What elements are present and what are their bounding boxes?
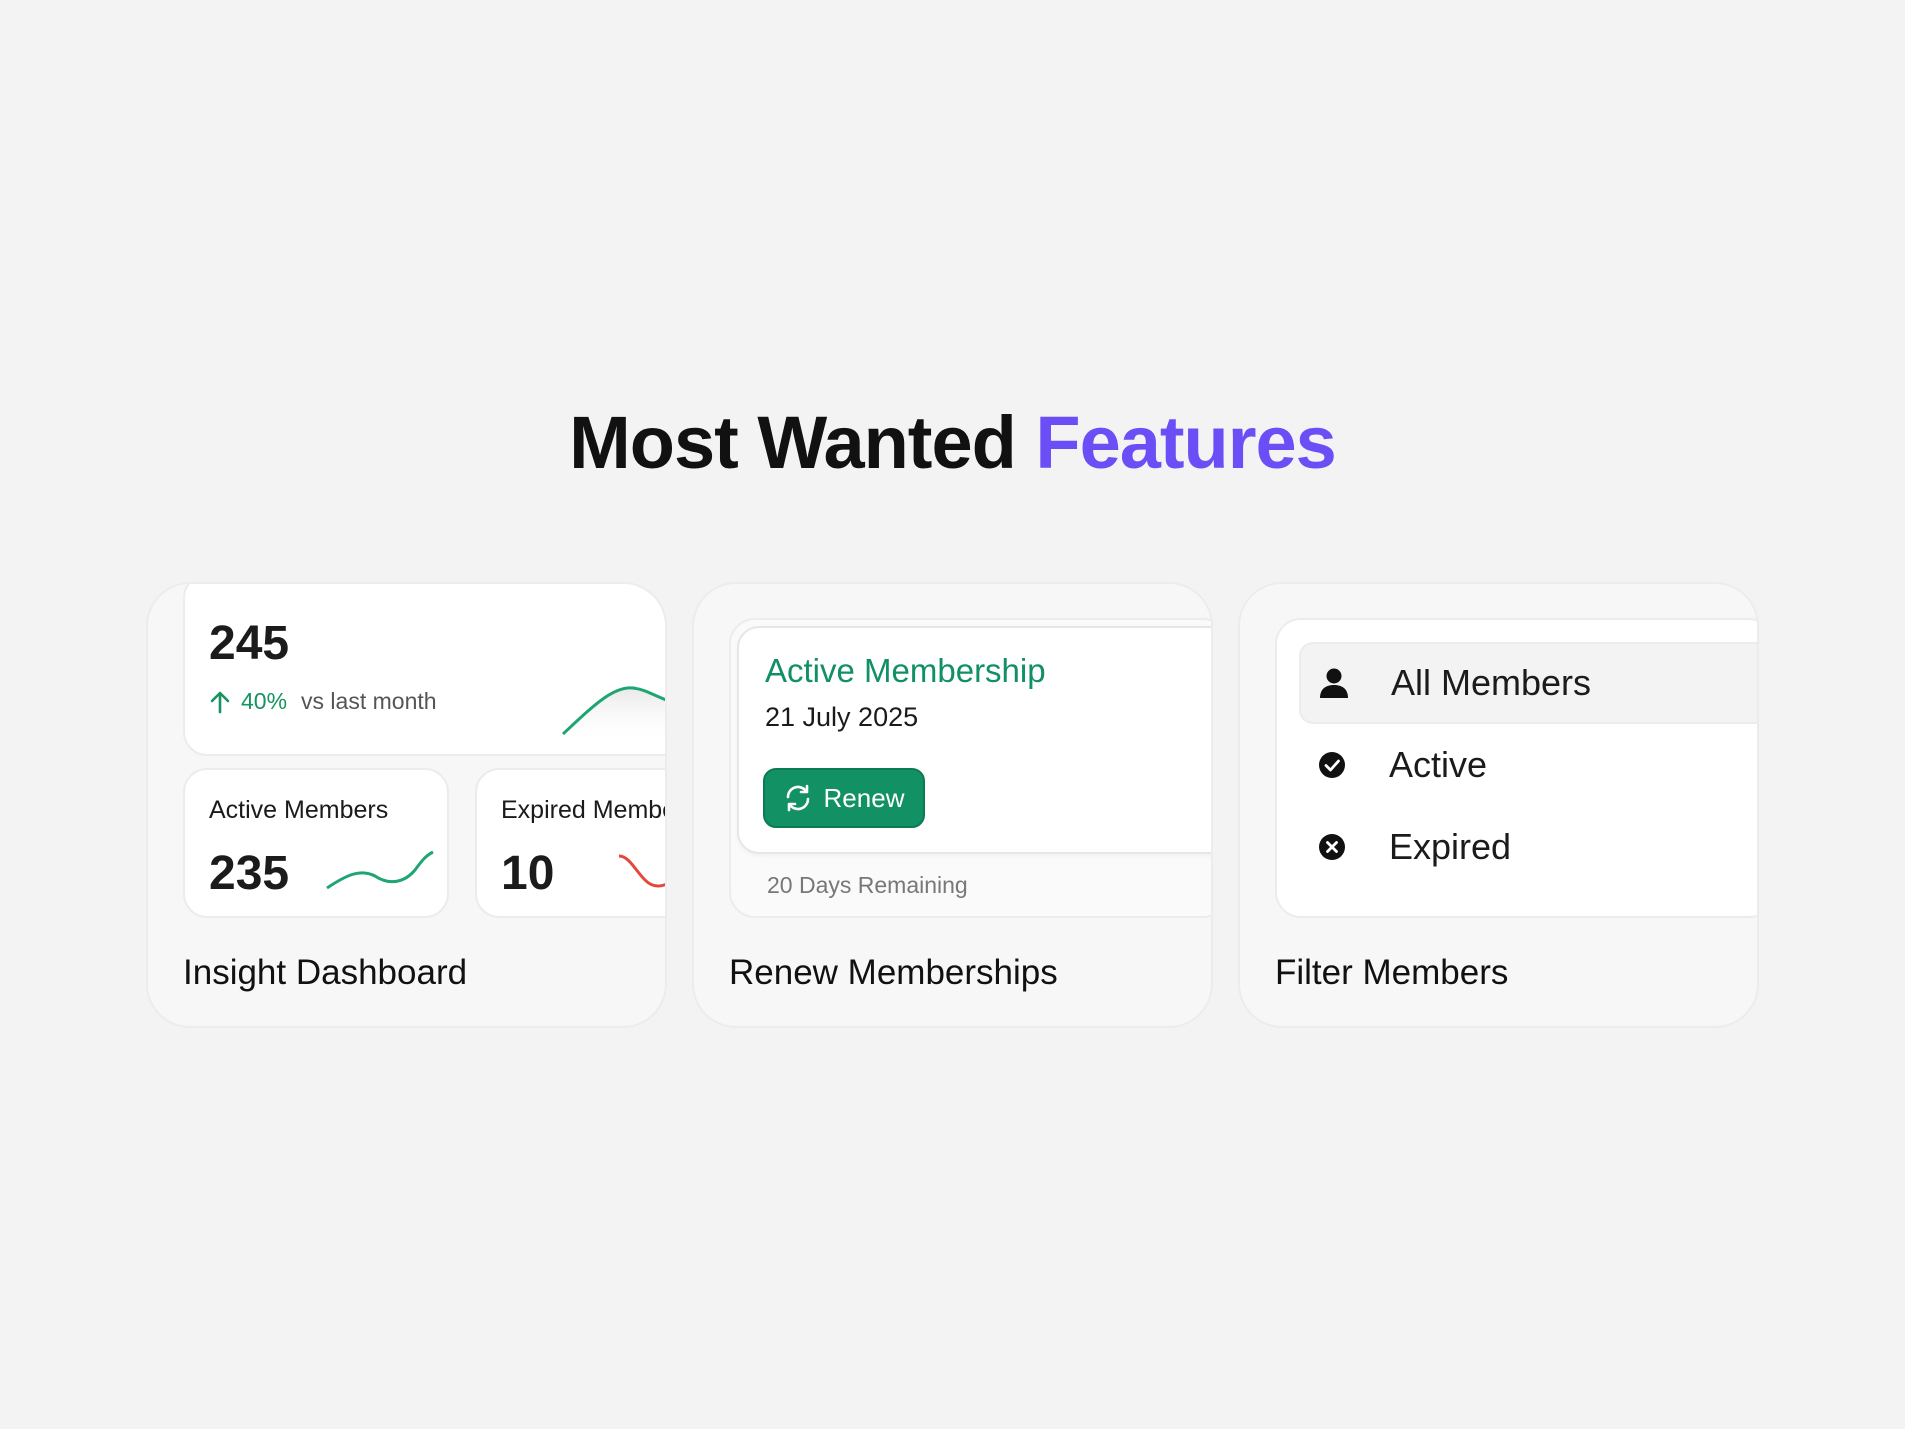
filter-members-card: All Members Active Expired Filter Member… [1238, 582, 1759, 1028]
active-members-label: Active Members [209, 796, 389, 824]
active-members-value: 235 [209, 847, 290, 900]
x-circle-icon [1319, 834, 1345, 860]
filter-all-members[interactable]: All Members [1299, 642, 1757, 724]
membership-date: 21 July 2025 [765, 702, 919, 732]
filter-expired-label: Expired [1389, 826, 1512, 867]
change-percent: 40% [241, 688, 288, 714]
insight-dashboard-title: Insight Dashboard [183, 953, 468, 992]
filter-all-members-label: All Members [1391, 662, 1592, 703]
page-headline: Most Wanted Features [0, 400, 1905, 485]
trend-row: 40% vs last month [209, 688, 437, 715]
renew-memberships-card: Active Membership 21 July 2025 Renew 20 … [692, 582, 1213, 1028]
filter-active-label: Active [1389, 744, 1488, 785]
check-circle-icon [1319, 752, 1345, 778]
change-suffix: vs last month [301, 688, 437, 714]
user-icon [1320, 668, 1348, 698]
refresh-icon [786, 784, 809, 812]
insight-dashboard-card: 245 40% vs last month Active Members 235 [146, 582, 667, 1028]
membership-status: Active Membership [765, 652, 1046, 689]
total-members-value: 245 [209, 617, 290, 670]
total-members-panel: 245 40% vs last month [183, 584, 665, 756]
expired-sparkline [618, 854, 665, 888]
expired-members-value: 10 [501, 847, 555, 900]
membership-panel: Active Membership 21 July 2025 Renew 20 … [729, 618, 1211, 918]
arrow-up-icon [210, 691, 230, 713]
active-sparkline [326, 850, 434, 890]
expired-members-stat: Expired Members 10 [475, 768, 665, 918]
active-members-stat: Active Members 235 [183, 768, 449, 918]
total-sparkline [561, 686, 665, 746]
filter-expired[interactable]: Expired [1299, 806, 1757, 888]
expired-members-label: Expired Members [501, 796, 665, 824]
renew-button-label: Renew [823, 782, 905, 813]
days-remaining: 20 Days Remaining [767, 872, 968, 898]
headline-main: Most Wanted [569, 401, 1017, 484]
renew-button[interactable]: Renew [763, 768, 925, 828]
filter-panel: All Members Active Expired [1275, 618, 1757, 918]
membership-status-box: Active Membership 21 July 2025 Renew [737, 626, 1211, 854]
renew-memberships-title: Renew Memberships [729, 953, 1058, 992]
headline-accent: Features [1035, 401, 1336, 484]
filter-members-title: Filter Members [1275, 953, 1509, 992]
filter-active[interactable]: Active [1299, 724, 1757, 806]
